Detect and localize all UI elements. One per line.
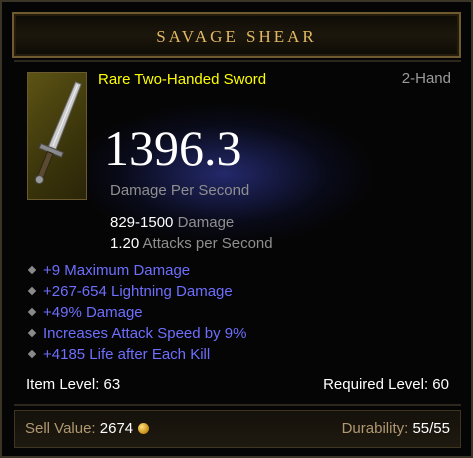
diamond-bullet-icon: [27, 328, 37, 338]
attack-speed-value: 1.20: [110, 235, 140, 252]
gold-coin-icon: [138, 423, 150, 434]
item-icon-frame: [27, 72, 87, 200]
durability-label: Durability:: [341, 420, 409, 437]
affix-item: +267-654 Lightning Damage: [26, 281, 246, 302]
affix-item: +9 Maximum Damage: [26, 260, 246, 281]
item-level: Item Level: 63: [26, 376, 121, 393]
affix-item: +4185 Life after Each Kill: [26, 344, 246, 365]
affix-item: Increases Attack Speed by 9%: [26, 323, 246, 344]
required-level: Required Level: 60: [323, 376, 449, 393]
diamond-bullet-icon: [27, 349, 37, 359]
dps-label: Damage Per Second: [110, 182, 250, 199]
dps-value: 1396.3: [104, 120, 242, 176]
tooltip-footer: Sell Value: 2674 Durability: 55/55: [14, 410, 461, 448]
sell-value: Sell Value: 2674: [25, 420, 150, 437]
item-body: Rare Two-Handed Sword 2-Hand 1396.3 Dama…: [14, 64, 461, 402]
item-tooltip: SAVAGE SHEAR Rare Two-Handed Sword 2-Han…: [0, 0, 473, 458]
damage-range: 829-1500: [110, 214, 174, 231]
footer-divider: [14, 404, 461, 406]
diamond-bullet-icon: [27, 307, 37, 317]
header-divider: [14, 60, 461, 62]
sell-amount: 2674: [99, 420, 134, 437]
affix-item: +49% Damage: [26, 302, 246, 323]
sword-icon: [34, 81, 82, 185]
item-name: SAVAGE SHEAR: [156, 27, 317, 46]
attack-speed-label: Attacks per Second: [142, 235, 273, 252]
affix-list: +9 Maximum Damage +267-654 Lightning Dam…: [26, 260, 246, 365]
durability: Durability: 55/55: [342, 420, 450, 437]
diamond-bullet-icon: [27, 286, 37, 296]
damage-stat: 829-1500 Damage: [110, 214, 234, 231]
attack-speed-stat: 1.20 Attacks per Second: [110, 235, 273, 252]
diamond-bullet-icon: [27, 265, 37, 275]
sell-label: Sell Value:: [25, 420, 96, 437]
item-type: Rare Two-Handed Sword: [98, 71, 267, 88]
durability-value: 55/55: [412, 420, 450, 437]
damage-label: Damage: [177, 214, 235, 231]
item-slot: 2-Hand: [401, 70, 451, 87]
item-title-bar: SAVAGE SHEAR: [12, 12, 461, 58]
